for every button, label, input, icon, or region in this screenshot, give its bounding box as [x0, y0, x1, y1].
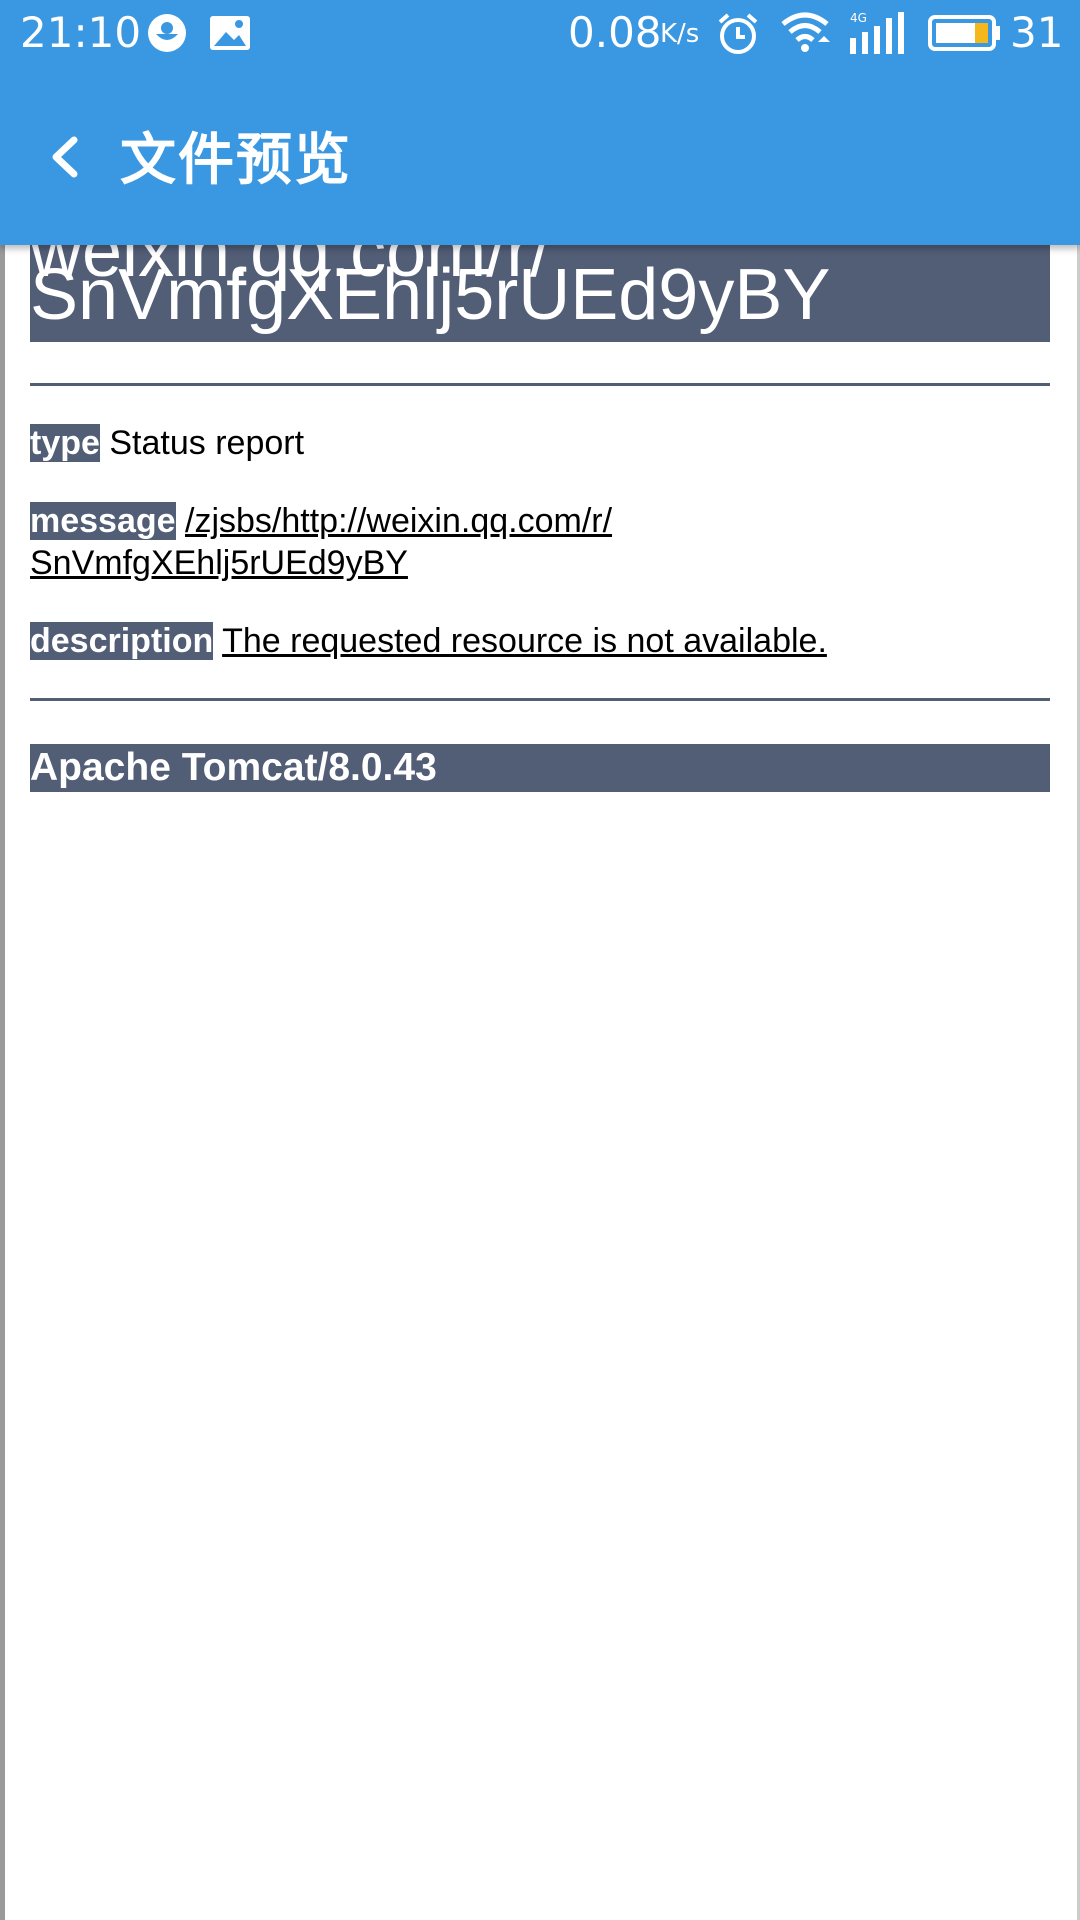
left-edge [0, 245, 5, 1920]
wifi-icon [780, 12, 830, 59]
message-value-line-1[interactable]: /zjsbs/http://weixin.qq.com/r/ [185, 502, 612, 540]
message-value-line-2[interactable]: SnVmfgXEhlj5rUEd9yBY [30, 544, 408, 582]
type-label: type [30, 424, 100, 462]
back-button[interactable] [30, 122, 100, 192]
top-bar: 21:10 0.08 K/s 4G 31 文件预览 [0, 0, 1080, 245]
heading-line-2: SnVmfgXEhlj5rUEd9yBY [30, 255, 831, 335]
server-footer: Apache Tomcat/8.0.43 [30, 744, 1050, 792]
description-label: description [30, 622, 214, 660]
battery-level: 31 [1010, 8, 1064, 57]
chevron-left-icon [52, 136, 78, 178]
status-bar: 21:10 0.08 K/s 4G 31 [0, 0, 1080, 66]
divider-bottom [30, 698, 1050, 701]
app-bar: 文件预览 [0, 66, 1080, 245]
face-icon [146, 12, 188, 59]
status-time: 21:10 [20, 8, 142, 57]
battery-icon [928, 14, 1002, 57]
type-value: Status report [109, 424, 305, 462]
net-speed: 0.08 [568, 8, 662, 57]
description-row: description The requested resource is no… [30, 620, 1050, 662]
type-row: type Status report [30, 422, 1050, 464]
description-value[interactable]: The requested resource is not available. [222, 622, 827, 660]
network-type-label: 4G [850, 11, 867, 25]
signal-icon: 4G [848, 10, 906, 61]
page-title: 文件预览 [120, 128, 352, 193]
net-speed-unit: K/s [660, 19, 700, 49]
screen: weixin.qq.com/r/ SnVmfgXEhlj5rUEd9yBY ty… [0, 0, 1080, 1920]
gallery-icon [208, 12, 252, 59]
alarm-icon [716, 12, 760, 61]
divider-top [30, 383, 1050, 386]
message-label: message [30, 502, 176, 540]
message-row: message /zjsbs/http://weixin.qq.com/r/ S… [30, 500, 1050, 584]
